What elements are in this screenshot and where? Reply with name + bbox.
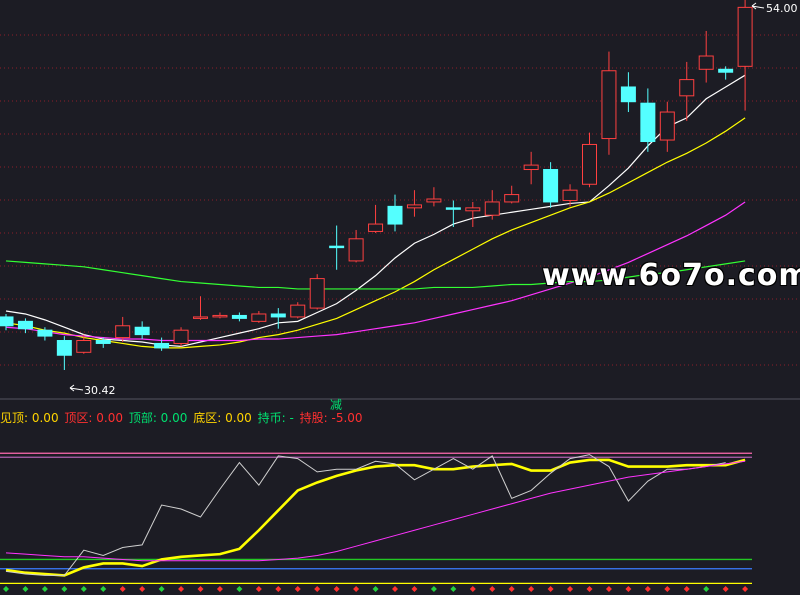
- bottom-marker: [139, 586, 146, 592]
- bottom-marker: [41, 586, 48, 592]
- bottom-marker: [392, 586, 398, 592]
- bottom-marker: [547, 586, 554, 592]
- bottom-marker: [3, 586, 9, 592]
- bottom-marker: [216, 586, 223, 592]
- bottom-marker: [372, 586, 379, 592]
- bottom-marker: [489, 586, 496, 592]
- bottom-marker: [625, 586, 632, 592]
- bottom-marker: [411, 586, 418, 592]
- bottom-marker: [314, 586, 321, 592]
- bottom-marker: [664, 586, 671, 592]
- indicator-line-2: [5, 460, 746, 562]
- bottom-marker: [644, 586, 651, 592]
- bottom-marker: [683, 586, 690, 592]
- bottom-marker: [605, 586, 612, 592]
- bottom-marker: [528, 586, 535, 592]
- indicator-line-0: [5, 458, 746, 577]
- bottom-marker: [430, 586, 437, 592]
- bottom-marker: [508, 586, 515, 592]
- bottom-marker: [567, 586, 574, 592]
- bottom-marker: [100, 586, 107, 592]
- indicator-line-1: [5, 454, 726, 576]
- bottom-marker: [450, 586, 457, 592]
- bottom-marker: [703, 586, 710, 592]
- bottom-marker: [333, 586, 340, 592]
- bottom-marker: [197, 586, 204, 592]
- bottom-marker: [178, 586, 185, 592]
- bottom-marker: [158, 586, 165, 592]
- bottom-marker: [469, 586, 476, 592]
- bottom-marker: [742, 586, 749, 592]
- bottom-marker: [61, 586, 68, 592]
- bottom-marker: [722, 586, 729, 592]
- bottom-marker: [294, 586, 301, 592]
- bottom-marker: [22, 586, 29, 592]
- bottom-marker: [586, 586, 593, 592]
- chart-window: 54.00 30.42 www.6o7o.com 减 见顶: 0.00 顶区: …: [0, 0, 800, 595]
- indicator-panel: [0, 452, 752, 592]
- bottom-marker: [275, 586, 282, 592]
- bottom-marker: [119, 586, 126, 592]
- bottom-marker: [80, 586, 87, 592]
- bottom-marker: [255, 586, 262, 592]
- bottom-marker: [236, 586, 243, 592]
- bottom-marker: [353, 586, 360, 592]
